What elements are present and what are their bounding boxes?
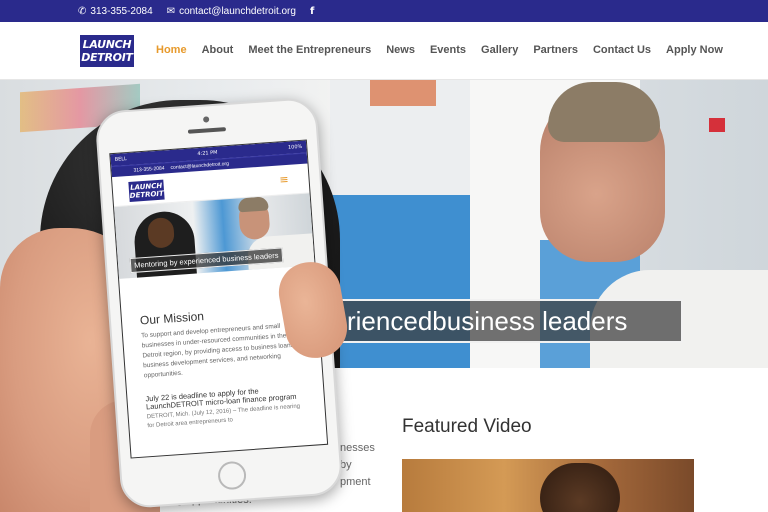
phone-link[interactable]: ✆ 313-355-2084 (78, 6, 153, 17)
launch-detroit-logo[interactable]: LAUNCH DETROIT (80, 35, 134, 67)
logo-line-1: LAUNCH (82, 38, 132, 51)
phone-home-button[interactable] (217, 460, 248, 491)
featured-video-player[interactable] (402, 459, 694, 512)
nav-partners[interactable]: Partners (533, 44, 578, 56)
email-address: contact@launchdetroit.org (179, 5, 296, 17)
email-link[interactable]: ✉ contact@launchdetroit.org (167, 6, 296, 17)
partial-text-line: by (340, 459, 352, 471)
partial-text-line: nesses (340, 442, 375, 454)
hero-decor-flag (370, 80, 436, 106)
partial-text-line: pment (340, 476, 371, 488)
nav-contact-us[interactable]: Contact Us (593, 44, 651, 56)
hero-caption: riencedbusiness leaders (325, 299, 683, 343)
partial-mission-text: nesses by pment (340, 440, 400, 491)
featured-video-title: Featured Video (402, 416, 532, 437)
video-thumbnail-figure (540, 463, 620, 512)
mobile-logo-line-2: DETROIT (129, 189, 165, 200)
mobile-phone-link[interactable]: 313-355-2084 (133, 165, 164, 173)
top-contact-bar: ✆ 313-355-2084 ✉ contact@launchdetroit.o… (0, 0, 768, 22)
mobile-hero-hair-right (237, 196, 269, 213)
mobile-hero-image: Mentoring by experienced business leader… (114, 193, 315, 279)
carrier-label: BELL (114, 156, 128, 163)
nav-about[interactable]: About (202, 44, 234, 56)
nav-events[interactable]: Events (430, 44, 466, 56)
exit-sign (709, 118, 725, 132)
nav-home[interactable]: Home (156, 44, 187, 56)
mission-text: To support and develop entrepreneurs and… (140, 322, 296, 380)
clock-label: 4:21 PM (197, 149, 218, 158)
hamburger-icon[interactable]: ≡ (279, 173, 289, 187)
nav-apply-now[interactable]: Apply Now (666, 44, 723, 56)
battery-label: 100% (287, 143, 303, 151)
mobile-logo[interactable]: LAUNCH DETROIT (128, 179, 165, 202)
phone-speaker (187, 127, 227, 134)
site-header: LAUNCH DETROIT Home About Meet the Entre… (0, 22, 768, 80)
logo-line-2: DETROIT (81, 51, 133, 64)
nav-gallery[interactable]: Gallery (481, 44, 518, 56)
phone-camera (202, 116, 210, 123)
nav-meet-the-entrepreneurs[interactable]: Meet the Entrepreneurs (248, 44, 371, 56)
phone-icon: ✆ (78, 5, 87, 17)
facebook-icon[interactable]: f (310, 6, 314, 17)
nav-news[interactable]: News (386, 44, 415, 56)
mentor-hair (548, 82, 660, 142)
phone-number: 313-355-2084 (90, 5, 153, 17)
envelope-icon: ✉ (166, 5, 176, 17)
main-nav: Home About Meet the Entrepreneurs News E… (156, 44, 723, 56)
